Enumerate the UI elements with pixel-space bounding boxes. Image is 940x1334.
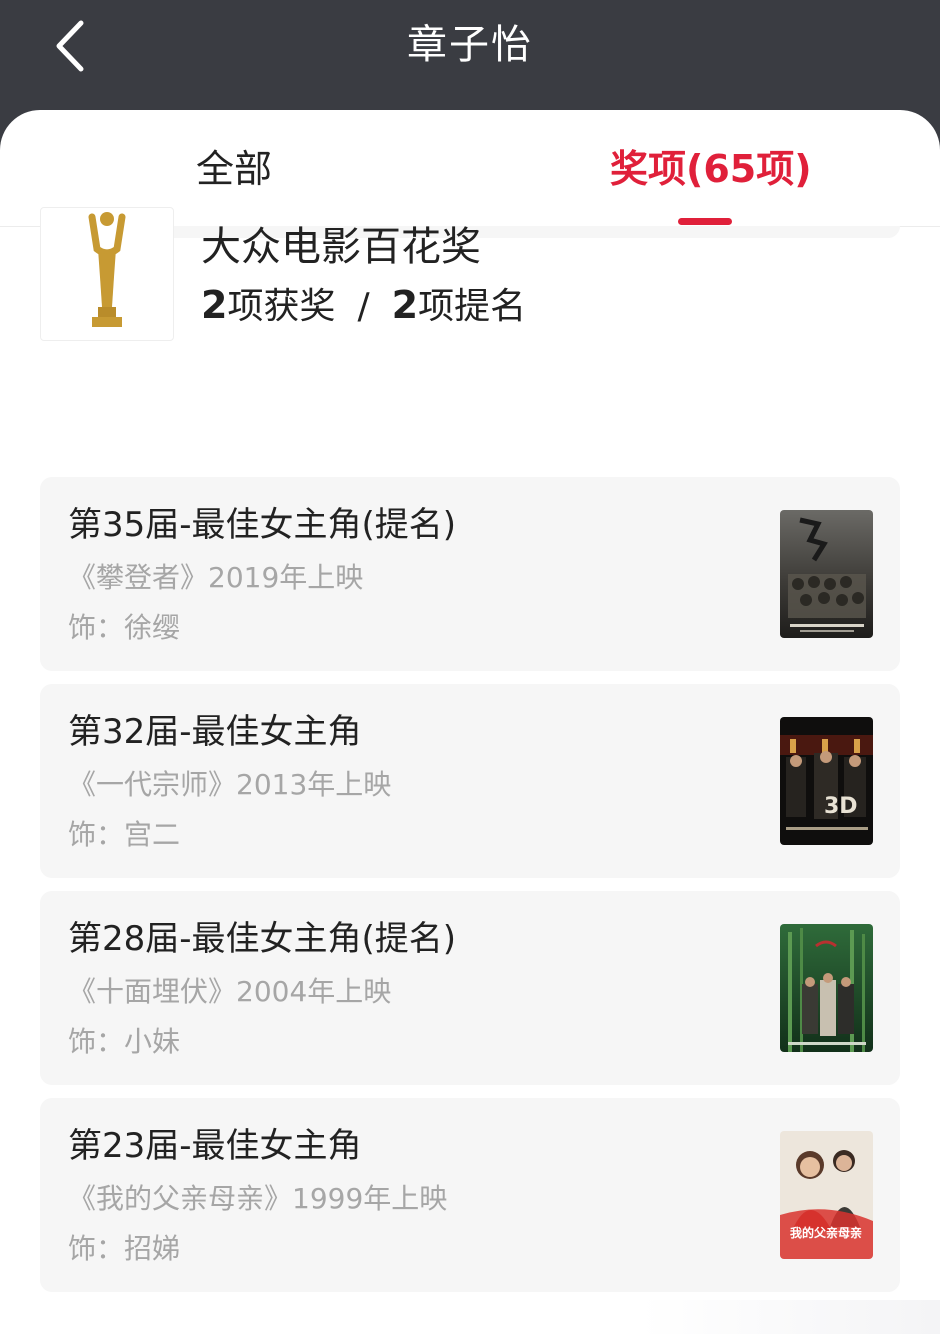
award-item-role: 饰：招娣 (68, 1232, 181, 1265)
award-item-film: 《十面埋伏》2004年上映 (68, 975, 392, 1008)
award-item-film: 《我的父亲母亲》1999年上映 (68, 1182, 448, 1215)
page-title: 章子怡 (407, 22, 533, 68)
award-item-film: 《一代宗师》2013年上映 (68, 768, 392, 801)
poster-the-road-home[interactable]: 我的父亲母亲 (780, 1131, 873, 1259)
svg-text:3D: 3D (824, 794, 858, 819)
nominations-count: 2 (391, 283, 419, 327)
award-item-role: 饰：小妹 (68, 1025, 181, 1058)
award-item-film: 《攀登者》2019年上映 (68, 561, 364, 594)
trophy-icon (88, 212, 126, 327)
bottom-edge-fade (640, 1300, 940, 1334)
stats-separator: / (357, 286, 370, 327)
award-header: 大众电影百花奖 2项获奖/2项提名 (40, 207, 900, 341)
award-item-card[interactable]: 第35届-最佳女主角(提名) 《攀登者》2019年上映 饰：徐缨 (40, 477, 900, 671)
award-name: 大众电影百花奖 (201, 224, 481, 270)
poster-caption: 我的父亲母亲 (790, 1225, 862, 1240)
award-item-title: 第28届-最佳女主角(提名) (68, 919, 457, 959)
award-item-role: 饰：宫二 (68, 818, 181, 851)
award-stats: 2项获奖/2项提名 (201, 281, 526, 331)
award-item-card[interactable]: 第23届-最佳女主角 《我的父亲母亲》1999年上映 饰：招娣 我的父亲母亲 (40, 1098, 900, 1292)
award-item-card[interactable]: 第32届-最佳女主角 《一代宗师》2013年上映 饰：宫二 3D (40, 684, 900, 878)
top-navigation-bar: 章子怡 (0, 0, 940, 112)
award-item-card[interactable]: 第28届-最佳女主角(提名) 《十面埋伏》2004年上映 饰：小妹 (40, 891, 900, 1085)
tab-all[interactable]: 全部 (196, 144, 272, 194)
poster-the-climbers[interactable] (780, 510, 873, 638)
tab-awards[interactable]: 奖项(65项) (610, 144, 812, 194)
nominations-label: 项提名 (418, 286, 527, 327)
poster-the-grandmaster[interactable]: 3D (780, 717, 873, 845)
award-item-role: 饰：徐缨 (68, 611, 181, 644)
wins-count: 2 (201, 283, 228, 327)
poster-house-of-flying-daggers[interactable] (780, 924, 873, 1052)
award-item-title: 第35届-最佳女主角(提名) (68, 505, 457, 545)
award-icon-box (40, 207, 174, 341)
wins-label: 项获奖 (227, 286, 336, 327)
award-item-title: 第32届-最佳女主角 (68, 712, 362, 752)
award-item-title: 第23届-最佳女主角 (68, 1126, 362, 1166)
